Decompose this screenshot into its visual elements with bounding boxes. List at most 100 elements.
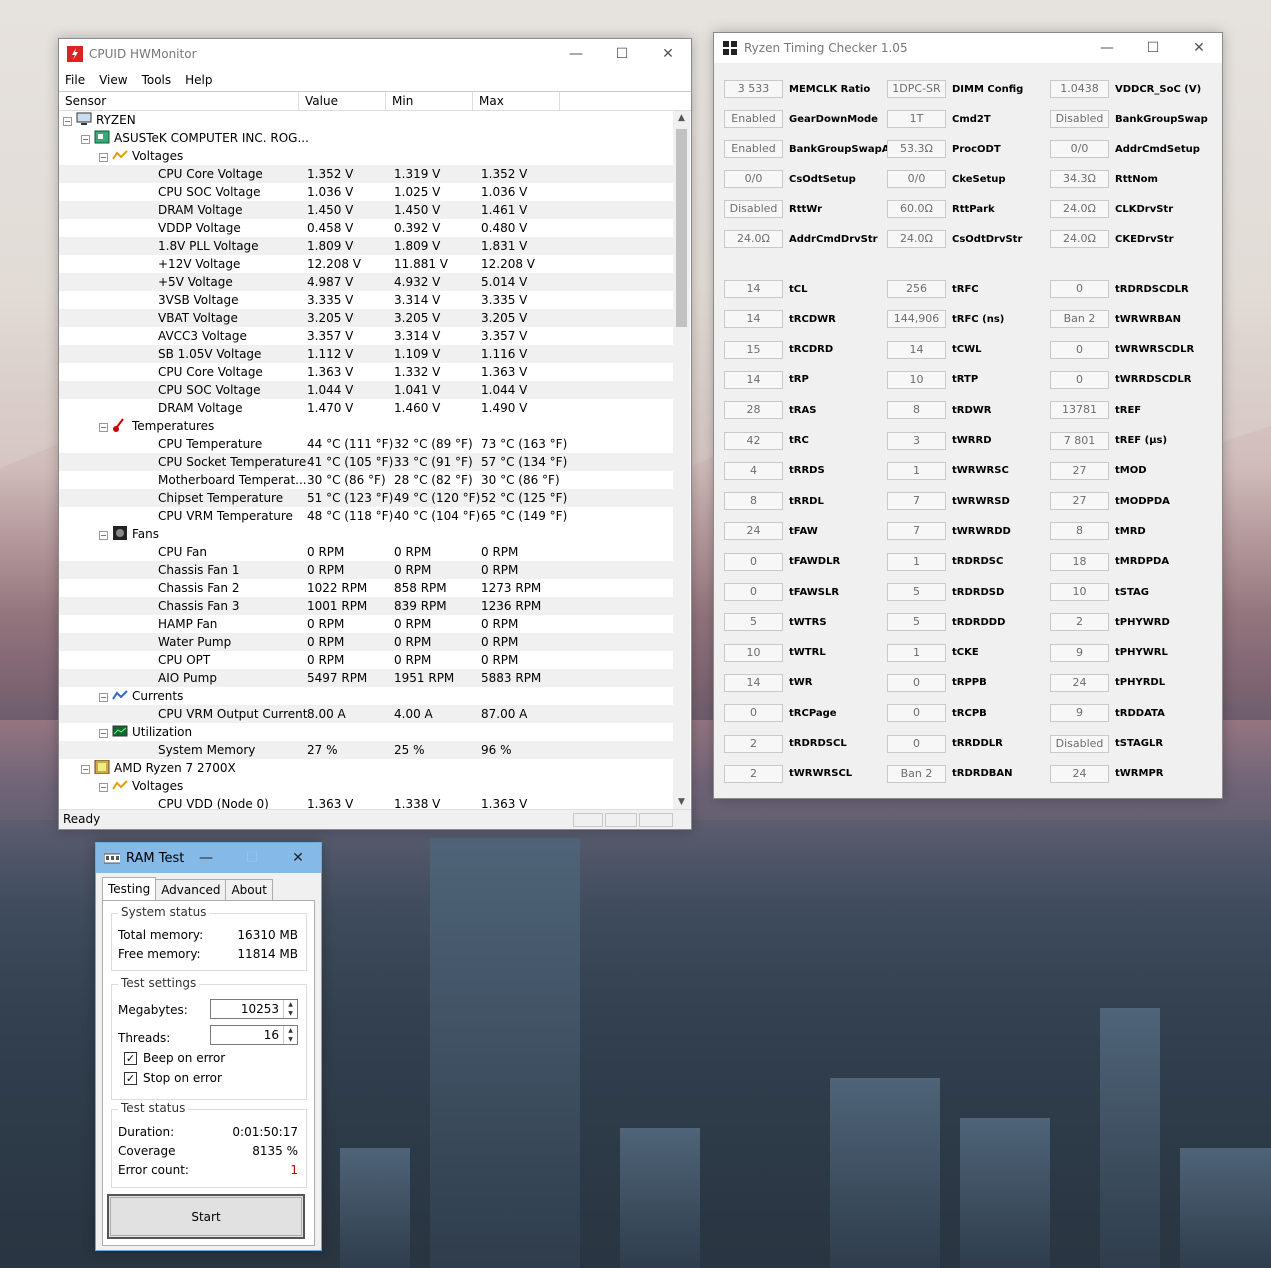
tree-node[interactable]: − RYZEN bbox=[59, 111, 674, 129]
checkmark-icon[interactable]: ✓ bbox=[124, 1051, 137, 1065]
background-tower bbox=[430, 838, 580, 1268]
timing-value: Disabled bbox=[724, 200, 783, 218]
threads-value[interactable]: 16 bbox=[264, 1028, 279, 1042]
sensor-row[interactable]: 1.8V PLL Voltage 1.809 V 1.809 V 1.831 V bbox=[59, 237, 674, 255]
spin-arrows-icon[interactable]: ▲ ▼ bbox=[283, 1000, 297, 1018]
hwmonitor-titlebar[interactable]: CPUID HWMonitor — ☐ ✕ bbox=[59, 39, 691, 69]
megabytes-stepper[interactable]: 10253 ▲ ▼ bbox=[210, 999, 298, 1019]
sensor-min: 3.314 V bbox=[394, 329, 441, 343]
sensor-row[interactable]: DRAM Voltage 1.450 V 1.450 V 1.461 V bbox=[59, 201, 674, 219]
column-sensor[interactable]: Sensor bbox=[59, 92, 299, 110]
megabytes-value[interactable]: 10253 bbox=[241, 1002, 279, 1016]
sensor-row[interactable]: CPU SOC Voltage 1.036 V 1.025 V 1.036 V bbox=[59, 183, 674, 201]
sensor-row[interactable]: System Memory 27 % 25 % 96 % bbox=[59, 741, 674, 759]
sensor-row[interactable]: Chassis Fan 2 1022 RPM 858 RPM 1273 RPM bbox=[59, 579, 674, 597]
menu-help[interactable]: Help bbox=[185, 73, 212, 87]
checkmark-icon[interactable]: ✓ bbox=[124, 1071, 137, 1085]
tab-advanced[interactable]: Advanced bbox=[155, 879, 227, 900]
sensor-row[interactable]: Chipset Temperature 51 °C (123 °F) 49 °C (… bbox=[59, 489, 674, 507]
free-memory-label: Free memory: bbox=[118, 947, 201, 961]
tree-node[interactable]: − Currents bbox=[59, 687, 674, 705]
threads-stepper[interactable]: 16 ▲ ▼ bbox=[210, 1025, 298, 1045]
scrollbar-thumb[interactable] bbox=[676, 129, 687, 327]
timing-field: 7 tWRWRDD bbox=[887, 522, 1011, 541]
sensor-row[interactable]: CPU OPT 0 RPM 0 RPM 0 RPM bbox=[59, 651, 674, 669]
menu-view[interactable]: View bbox=[99, 73, 127, 87]
collapse-icon[interactable]: − bbox=[99, 729, 108, 738]
start-button[interactable]: Start bbox=[107, 1194, 305, 1239]
spin-arrows-icon[interactable]: ▲ ▼ bbox=[283, 1026, 297, 1044]
vertical-scrollbar[interactable]: ▲ ▼ bbox=[673, 111, 690, 809]
sensor-row[interactable]: CPU VDD (Node 0) 1.363 V 1.338 V 1.363 V bbox=[59, 795, 674, 809]
tab-testing[interactable]: Testing bbox=[102, 877, 157, 900]
menu-file[interactable]: File bbox=[65, 73, 85, 87]
scroll-down-icon[interactable]: ▼ bbox=[673, 797, 690, 807]
sensor-row[interactable]: CPU SOC Voltage 1.044 V 1.041 V 1.044 V bbox=[59, 381, 674, 399]
tree-node[interactable]: − ASUSTeK COMPUTER INC. ROG... bbox=[59, 129, 674, 147]
timing-value: 0 bbox=[887, 734, 946, 753]
rtc-titlebar[interactable]: Ryzen Timing Checker 1.05 — ☐ ✕ bbox=[714, 33, 1222, 63]
minimize-button[interactable]: — bbox=[1084, 33, 1130, 63]
total-memory-label: Total memory: bbox=[118, 928, 204, 942]
minimize-button[interactable]: — bbox=[183, 843, 229, 873]
maximize-button[interactable]: ☐ bbox=[599, 39, 645, 69]
sensor-row[interactable]: Motherboard Temperat... 30 °C (86 °F) 28 °… bbox=[59, 471, 674, 489]
minimize-button[interactable]: — bbox=[553, 39, 599, 69]
sensor-row[interactable]: +12V Voltage 12.208 V 11.881 V 12.208 V bbox=[59, 255, 674, 273]
timing-value: Ban 2 bbox=[887, 764, 946, 783]
collapse-icon[interactable]: − bbox=[81, 135, 90, 144]
maximize-button[interactable]: ☐ bbox=[1130, 33, 1176, 63]
sensor-row[interactable]: AIO Pump 5497 RPM 1951 RPM 5883 RPM bbox=[59, 669, 674, 687]
timing-field: 8 tRRDL bbox=[724, 492, 824, 511]
close-button[interactable]: ✕ bbox=[1176, 33, 1222, 63]
collapse-icon[interactable]: − bbox=[99, 531, 108, 540]
tree-node[interactable]: − Voltages bbox=[59, 147, 674, 165]
sensor-row[interactable]: Chassis Fan 3 1001 RPM 839 RPM 1236 RPM bbox=[59, 597, 674, 615]
maximize-icon: ☐ bbox=[615, 46, 629, 62]
sensor-row[interactable]: CPU Core Voltage 1.363 V 1.332 V 1.363 V bbox=[59, 363, 674, 381]
column-max[interactable]: Max bbox=[473, 92, 560, 110]
timing-field: 28 tRAS bbox=[724, 401, 816, 420]
menu-tools[interactable]: Tools bbox=[142, 73, 172, 87]
column-min[interactable]: Min bbox=[386, 92, 473, 110]
error-count-row: Error count: 1 bbox=[118, 1161, 298, 1179]
tree-node[interactable]: − Voltages bbox=[59, 777, 674, 795]
sensor-row[interactable]: CPU VRM Output Current 8.00 A 4.00 A 87.00 … bbox=[59, 705, 674, 723]
scroll-up-icon[interactable]: ▲ bbox=[673, 113, 690, 123]
sensor-row[interactable]: +5V Voltage 4.987 V 4.932 V 5.014 V bbox=[59, 273, 674, 291]
sensor-row[interactable]: Water Pump 0 RPM 0 RPM 0 RPM bbox=[59, 633, 674, 651]
sensor-row[interactable]: CPU VRM Temperature 48 °C (118 °F) 40 °C (… bbox=[59, 507, 674, 525]
sensor-row[interactable]: VDDP Voltage 0.458 V 0.392 V 0.480 V bbox=[59, 219, 674, 237]
sensor-row[interactable]: CPU Temperature 44 °C (111 °F) 32 °C (89 °… bbox=[59, 435, 674, 453]
collapse-icon[interactable]: − bbox=[99, 693, 108, 702]
sensor-row[interactable]: HAMP Fan 0 RPM 0 RPM 0 RPM bbox=[59, 615, 674, 633]
beep-on-error-checkbox[interactable]: ✓ Beep on error bbox=[124, 1051, 225, 1065]
sensor-row[interactable]: CPU Socket Temperature 41 °C (105 °F) 33 °… bbox=[59, 453, 674, 471]
collapse-icon[interactable]: − bbox=[81, 765, 90, 774]
sensor-row[interactable]: CPU Core Voltage 1.352 V 1.319 V 1.352 V bbox=[59, 165, 674, 183]
sensor-row[interactable]: CPU Fan 0 RPM 0 RPM 0 RPM bbox=[59, 543, 674, 561]
collapse-icon[interactable]: − bbox=[63, 117, 72, 126]
close-button[interactable]: ✕ bbox=[645, 39, 691, 69]
stop-on-error-checkbox[interactable]: ✓ Stop on error bbox=[124, 1071, 222, 1085]
sensor-row[interactable]: AVCC3 Voltage 3.357 V 3.314 V 3.357 V bbox=[59, 327, 674, 345]
tree-node[interactable]: − Fans bbox=[59, 525, 674, 543]
sensor-row[interactable]: SB 1.05V Voltage 1.112 V 1.109 V 1.116 V bbox=[59, 345, 674, 363]
ramtest-titlebar[interactable]: RAM Test — ☐ ✕ bbox=[96, 843, 321, 873]
tree-node[interactable]: − AMD Ryzen 7 2700X bbox=[59, 759, 674, 777]
column-value[interactable]: Value bbox=[299, 92, 386, 110]
sensor-row[interactable]: DRAM Voltage 1.470 V 1.460 V 1.490 V bbox=[59, 399, 674, 417]
collapse-icon[interactable]: − bbox=[99, 153, 108, 162]
sensor-row[interactable]: VBAT Voltage 3.205 V 3.205 V 3.205 V bbox=[59, 309, 674, 327]
close-button[interactable]: ✕ bbox=[275, 843, 321, 873]
tab-about[interactable]: About bbox=[225, 879, 273, 900]
tree-node[interactable]: − Utilization bbox=[59, 723, 674, 741]
collapse-icon[interactable]: − bbox=[99, 783, 108, 792]
sensor-max: 1.363 V bbox=[481, 797, 528, 809]
tree-node[interactable]: − Temperatures bbox=[59, 417, 674, 435]
timing-field: 42 tRC bbox=[724, 431, 809, 450]
sensor-row[interactable]: 3VSB Voltage 3.335 V 3.314 V 3.335 V bbox=[59, 291, 674, 309]
sensor-name: Chassis Fan 2 bbox=[158, 581, 240, 595]
collapse-icon[interactable]: − bbox=[99, 423, 108, 432]
sensor-row[interactable]: Chassis Fan 1 0 RPM 0 RPM 0 RPM bbox=[59, 561, 674, 579]
